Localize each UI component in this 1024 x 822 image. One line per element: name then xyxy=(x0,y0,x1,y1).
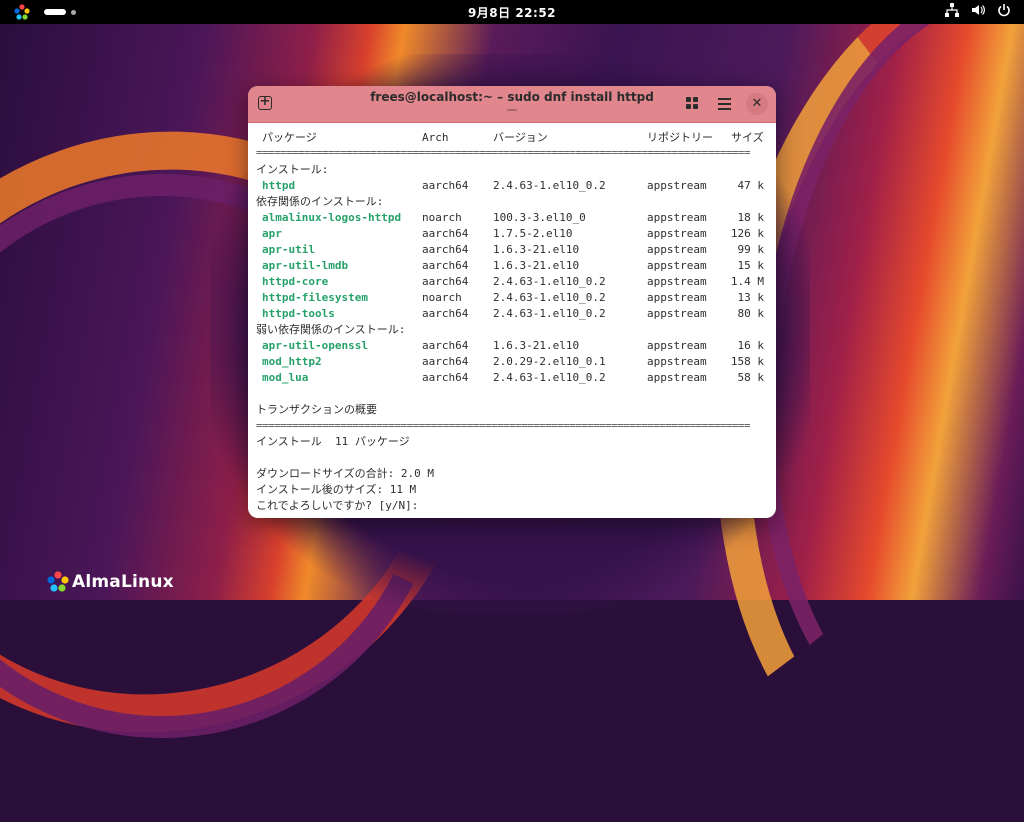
package-name: apr xyxy=(262,227,282,240)
package-row: apr-util-openssl aarch64 1.6.3-21.el10 apps… xyxy=(256,338,768,354)
header-arch: Arch xyxy=(422,131,449,144)
package-repo: appstream xyxy=(647,275,707,288)
header-version: バージョン xyxy=(493,131,548,144)
package-version: 2.0.29-2.el10_0.1 xyxy=(493,355,606,368)
confirm-prompt: これでよろしいですか? [y/N]: xyxy=(256,499,419,512)
package-repo: appstream xyxy=(647,339,707,352)
terminal-window[interactable]: + frees@localhost:~ – sudo dnf install h… xyxy=(248,86,776,518)
package-size: 47 k xyxy=(737,179,765,192)
package-arch: noarch xyxy=(422,291,462,304)
package-version: 1.6.3-21.el10 xyxy=(493,259,580,272)
package-arch: aarch64 xyxy=(422,179,469,192)
package-row: httpd aarch64 2.4.63-1.el10_0.2 appstream 47… xyxy=(256,178,768,194)
package-arch: aarch64 xyxy=(422,355,469,368)
package-version: 1.6.3-21.el10 xyxy=(493,339,580,352)
package-arch: aarch64 xyxy=(422,339,469,352)
package-size: 15 k xyxy=(737,259,765,272)
package-size: 18 k xyxy=(737,211,765,224)
package-version: 2.4.63-1.el10_0.2 xyxy=(493,371,606,384)
package-size: 58 k xyxy=(737,371,765,384)
package-name: httpd-filesystem xyxy=(262,291,368,304)
package-row: httpd-core aarch64 2.4.63-1.el10_0.2 appstr… xyxy=(256,274,768,290)
package-repo: appstream xyxy=(647,355,707,368)
package-row: apr-util aarch64 1.6.3-21.el10 appstream 99 … xyxy=(256,242,768,258)
package-row: apr aarch64 1.7.5-2.el10 appstream 126 k xyxy=(256,226,768,242)
package-name: apr-util-lmdb xyxy=(262,259,349,272)
package-version: 2.4.63-1.el10_0.2 xyxy=(493,291,606,304)
package-version: 100.3-3.el10_0 xyxy=(493,211,586,224)
package-name: almalinux-logos-httpd xyxy=(262,211,402,224)
clock[interactable]: 9月8日 22:52 xyxy=(0,4,1024,21)
separator: ========================================… xyxy=(256,419,750,432)
system-tray[interactable] xyxy=(944,3,1012,19)
package-version: 2.4.63-1.el10_0.2 xyxy=(493,307,606,320)
install-heading: インストール: xyxy=(256,163,329,176)
deps-heading: 依存関係のインストール: xyxy=(256,195,384,208)
package-repo: appstream xyxy=(647,259,707,272)
header-repo: リポジトリー xyxy=(647,131,713,144)
package-version: 2.4.63-1.el10_0.2 xyxy=(493,275,606,288)
summary-install: インストール 11 パッケージ xyxy=(256,435,410,448)
package-row: mod_http2 aarch64 2.0.29-2.el10_0.1 appstre… xyxy=(256,354,768,370)
weak-deps-heading: 弱い依存関係のインストール: xyxy=(256,323,406,336)
package-name: mod_lua xyxy=(262,371,309,384)
package-arch: aarch64 xyxy=(422,275,469,288)
package-repo: appstream xyxy=(647,371,707,384)
terminal-output[interactable]: パッケージ Arch バージョン リポジトリー サイズ ============… xyxy=(248,123,776,518)
separator: ========================================… xyxy=(256,146,750,159)
package-repo: appstream xyxy=(647,291,707,304)
header-size: サイズ xyxy=(731,131,764,144)
package-arch: aarch64 xyxy=(422,227,469,240)
package-size: 16 k xyxy=(737,339,765,352)
package-row: apr-util-lmdb aarch64 1.6.3-21.el10 appstre… xyxy=(256,258,768,274)
almalinux-logo-icon xyxy=(47,571,69,592)
package-row: almalinux-logos-httpd noarch 100.3-3.el10_… xyxy=(256,210,768,226)
almalinux-logo-text: AlmaLinux xyxy=(72,572,174,592)
package-size: 99 k xyxy=(737,243,765,256)
package-version: 1.7.5-2.el10 xyxy=(493,227,573,240)
window-titlebar[interactable]: + frees@localhost:~ – sudo dnf install h… xyxy=(248,86,776,123)
package-size: 1.4 M xyxy=(730,275,764,288)
package-size: 13 k xyxy=(737,291,765,304)
top-bar: 9月8日 22:52 xyxy=(0,0,1024,24)
package-repo: appstream xyxy=(647,307,707,320)
package-size: 80 k xyxy=(737,307,765,320)
package-name: apr-util-openssl xyxy=(262,339,368,352)
package-version: 1.6.3-21.el10 xyxy=(493,243,580,256)
title-underline xyxy=(507,109,517,111)
package-size: 126 k xyxy=(730,227,764,240)
package-arch: noarch xyxy=(422,211,462,224)
close-button[interactable]: ✕ xyxy=(746,93,768,115)
package-row: httpd-filesystem noarch 2.4.63-1.el10_0.2 a… xyxy=(256,290,768,306)
package-repo: appstream xyxy=(647,211,707,224)
installed-size: インストール後のサイズ: 11 M xyxy=(256,483,417,496)
package-version: 2.4.63-1.el10_0.2 xyxy=(493,179,606,192)
package-name: httpd-tools xyxy=(262,307,335,320)
hamburger-menu-icon[interactable] xyxy=(718,97,732,111)
tab-overview-icon[interactable] xyxy=(686,97,700,111)
package-name: httpd-core xyxy=(262,275,329,288)
package-repo: appstream xyxy=(647,179,707,192)
package-row: httpd-tools aarch64 2.4.63-1.el10_0.2 appst… xyxy=(256,306,768,322)
package-name: httpd xyxy=(262,179,296,192)
package-size: 158 k xyxy=(730,355,764,368)
network-icon[interactable] xyxy=(944,3,960,19)
volume-icon[interactable] xyxy=(970,3,986,19)
package-arch: aarch64 xyxy=(422,243,469,256)
package-name: mod_http2 xyxy=(262,355,322,368)
header-package: パッケージ xyxy=(262,131,317,144)
summary-heading: トランザクションの概要 xyxy=(256,403,377,416)
table-header: パッケージ Arch バージョン リポジトリー サイズ xyxy=(256,130,768,146)
package-repo: appstream xyxy=(647,227,707,240)
download-size: ダウンロードサイズの合計: 2.0 M xyxy=(256,467,435,480)
package-name: apr-util xyxy=(262,243,315,256)
package-arch: aarch64 xyxy=(422,259,469,272)
package-row: mod_lua aarch64 2.4.63-1.el10_0.2 appstream… xyxy=(256,370,768,386)
package-repo: appstream xyxy=(647,243,707,256)
package-arch: aarch64 xyxy=(422,371,469,384)
package-arch: aarch64 xyxy=(422,307,469,320)
power-icon[interactable] xyxy=(996,3,1012,19)
